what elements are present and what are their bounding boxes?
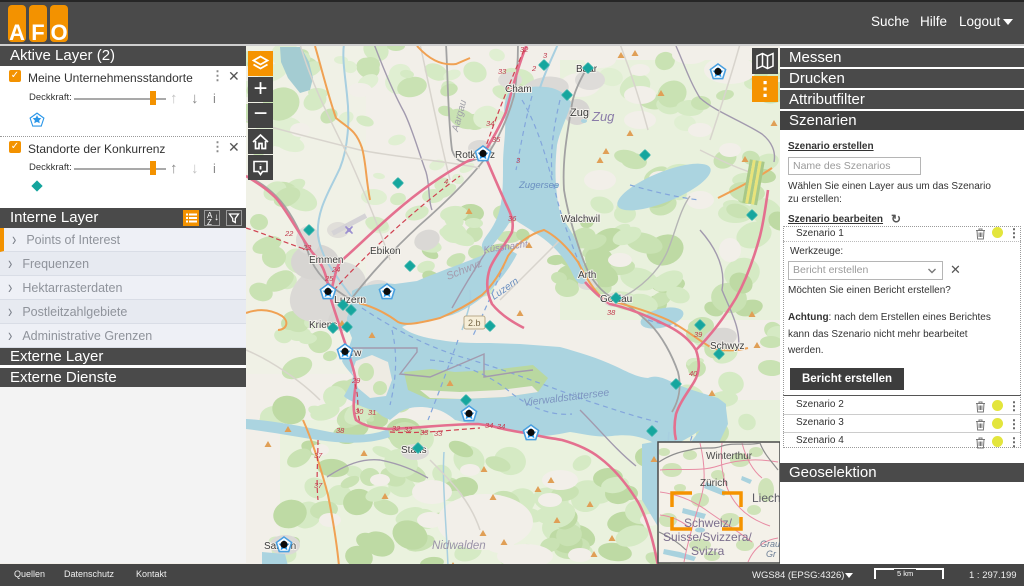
svg-text:Liech: Liech xyxy=(752,491,781,505)
svg-text:Gr: Gr xyxy=(766,549,777,559)
svg-text:39: 39 xyxy=(694,330,703,339)
svg-text:Zugersee: Zugersee xyxy=(518,180,559,191)
svg-text:Arth: Arth xyxy=(578,270,596,281)
svg-text:4: 4 xyxy=(444,177,448,186)
svg-text:Zug: Zug xyxy=(570,107,589,119)
svg-text:2.b: 2.b xyxy=(468,318,481,328)
svg-text:34: 34 xyxy=(485,421,493,430)
svg-text:30: 30 xyxy=(355,407,364,416)
svg-text:Zug: Zug xyxy=(591,109,615,124)
svg-text:Winterthur: Winterthur xyxy=(706,451,753,462)
svg-text:Nidwalden: Nidwalden xyxy=(432,540,486,552)
svg-text:Walchwil: Walchwil xyxy=(561,214,600,225)
svg-text:33: 33 xyxy=(420,428,429,437)
svg-text:34: 34 xyxy=(497,422,505,431)
svg-text:Svizra: Svizra xyxy=(691,544,725,558)
svg-text:34: 34 xyxy=(486,119,494,128)
svg-text:32: 32 xyxy=(404,425,413,434)
svg-text:36: 36 xyxy=(508,214,517,223)
svg-text:32: 32 xyxy=(392,424,401,433)
svg-text:Ebikon: Ebikon xyxy=(370,246,401,257)
svg-text:38: 38 xyxy=(336,426,345,435)
svg-text:2: 2 xyxy=(531,64,537,73)
svg-text:23: 23 xyxy=(302,243,312,252)
svg-text:33: 33 xyxy=(434,429,443,438)
svg-text:Schwyz: Schwyz xyxy=(710,341,744,352)
svg-text:37: 37 xyxy=(314,481,323,490)
svg-text:35: 35 xyxy=(492,135,501,144)
svg-text:22: 22 xyxy=(284,229,294,238)
svg-text:32: 32 xyxy=(520,45,529,54)
svg-text:Suisse/Svizzera/: Suisse/Svizzera/ xyxy=(663,530,752,544)
svg-text:Cham: Cham xyxy=(505,84,532,95)
svg-text:Grau: Grau xyxy=(760,539,780,549)
svg-text:33: 33 xyxy=(498,67,507,76)
svg-text:25: 25 xyxy=(324,274,334,283)
svg-text:38: 38 xyxy=(607,308,616,317)
svg-text:31: 31 xyxy=(368,408,376,417)
svg-text:29: 29 xyxy=(351,376,361,385)
svg-text:24: 24 xyxy=(331,265,340,274)
svg-text:40: 40 xyxy=(689,369,698,378)
svg-text:37: 37 xyxy=(314,451,323,460)
svg-text:Zürich: Zürich xyxy=(700,478,728,489)
